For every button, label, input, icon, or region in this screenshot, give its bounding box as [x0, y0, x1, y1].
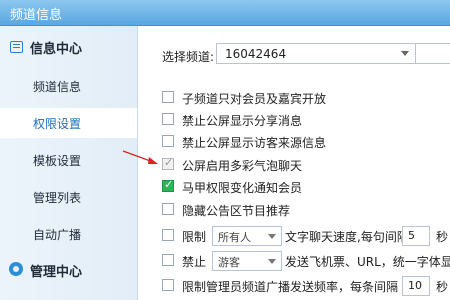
annotation-arrow-icon [122, 150, 158, 164]
